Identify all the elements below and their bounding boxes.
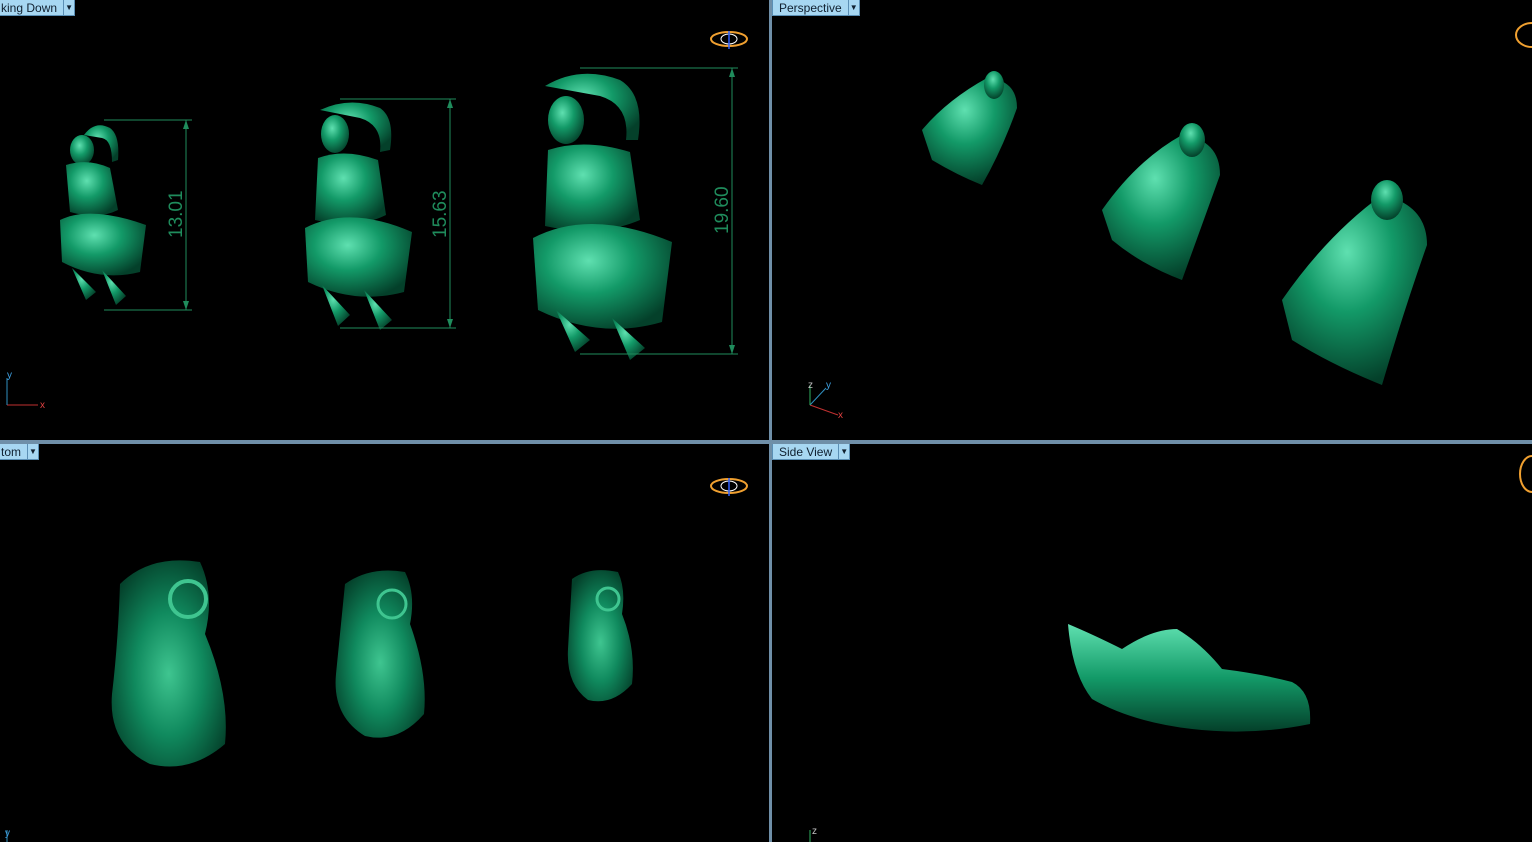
figurine-perspective-large[interactable] (1282, 180, 1427, 385)
gumball-orbit-icon[interactable] (710, 478, 748, 496)
viewport-tab-label: tom (0, 444, 29, 460)
viewport-perspective[interactable]: x y z Perspective ▼ (772, 0, 1532, 440)
svg-text:y: y (826, 380, 831, 391)
svg-text:z: z (808, 380, 813, 391)
figurine-bottom-small[interactable] (567, 570, 633, 702)
figurine-large[interactable] (533, 73, 672, 360)
dimension-label-large: 19.60 (712, 186, 733, 234)
axis-indicator-perspective: x y z (808, 380, 843, 421)
svg-text:x: x (838, 410, 843, 421)
chevron-down-icon[interactable]: ▼ (848, 0, 860, 16)
viewport-top-canvas: 13.01 15.63 19.60 x y (6, 31, 748, 411)
viewport-splitter-vertical[interactable] (769, 0, 772, 842)
gumball-orbit-icon[interactable] (1515, 22, 1532, 48)
viewport-splitter-horizontal[interactable] (0, 440, 1532, 444)
viewport-perspective-canvas: x y z (808, 22, 1532, 421)
svg-text:x: x (40, 400, 45, 411)
viewport-tab-top[interactable]: king Down ▼ (0, 0, 76, 16)
viewport-tab-label: Side View (772, 444, 840, 460)
viewport-side-canvas: z (809, 455, 1532, 842)
svg-text:z: z (812, 826, 817, 837)
viewport-side[interactable]: z Side View ▼ (772, 444, 1532, 842)
figurine-perspective-small[interactable] (922, 71, 1017, 185)
figurine-perspective-medium[interactable] (1102, 123, 1220, 280)
svg-text:y: y (7, 370, 12, 381)
axis-indicator-bottom: y (5, 828, 10, 842)
viewport-top[interactable]: 13.01 15.63 19.60 x y king Down ▼ (0, 0, 769, 440)
axis-indicator-side: z (809, 826, 817, 842)
axis-indicator-top: x y (6, 370, 45, 411)
viewport-tab-label: Perspective (772, 0, 849, 16)
svg-text:y: y (5, 828, 10, 839)
chevron-down-icon[interactable]: ▼ (64, 0, 76, 16)
viewport-tab-perspective[interactable]: Perspective ▼ (772, 0, 860, 16)
viewport-tab-bottom[interactable]: tom ▼ (0, 444, 40, 460)
figurine-medium[interactable] (305, 102, 412, 330)
gumball-orbit-icon[interactable] (1519, 455, 1532, 493)
viewport-tab-label: king Down (0, 0, 65, 16)
figurine-side-profile[interactable] (1068, 624, 1311, 732)
gumball-orbit-icon[interactable] (710, 31, 748, 49)
figurine-bottom-medium[interactable] (335, 570, 425, 738)
chevron-down-icon[interactable]: ▼ (28, 444, 40, 460)
figurine-bottom-large[interactable] (111, 560, 226, 767)
dimension-label-medium: 15.63 (430, 190, 451, 238)
viewport-tab-side[interactable]: Side View ▼ (772, 444, 851, 460)
viewport-bottom-canvas: y (5, 478, 748, 842)
viewport-bottom[interactable]: y tom ▼ (0, 444, 769, 842)
figurine-small[interactable] (60, 125, 146, 305)
dimension-label-small: 13.01 (166, 190, 187, 238)
chevron-down-icon[interactable]: ▼ (839, 444, 851, 460)
